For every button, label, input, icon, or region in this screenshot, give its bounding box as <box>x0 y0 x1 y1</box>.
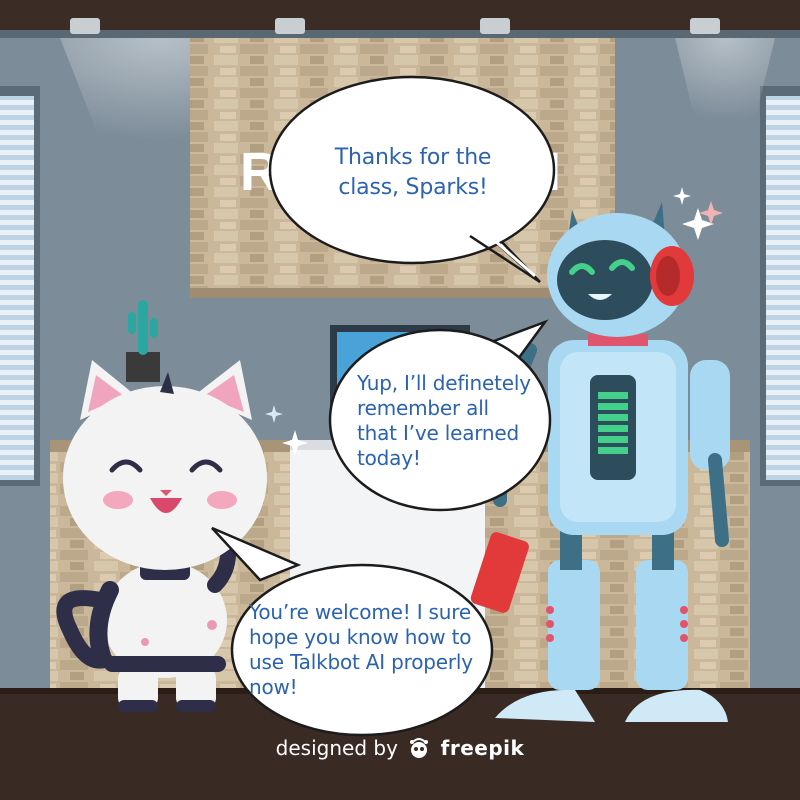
illustration-scene: R N <box>0 0 800 800</box>
robot-speech-text-2: Yup, I’ll definetely remember all that I… <box>357 371 531 470</box>
robot-speech-text-1: Thanks for the class, Sparks! <box>334 145 492 200</box>
right-window <box>760 86 800 486</box>
freepik-logo-icon <box>410 738 429 758</box>
credit-brand: freepik <box>440 736 525 760</box>
cat-speech-text: You’re welcome! I sure hope you know how… <box>249 600 473 699</box>
ceiling <box>0 0 800 30</box>
credit-prefix: designed by <box>275 736 398 760</box>
left-window <box>0 86 40 486</box>
credit-footer: designed by freepik <box>0 736 800 760</box>
